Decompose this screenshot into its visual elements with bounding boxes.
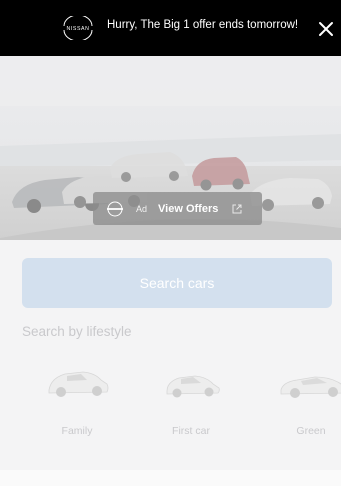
nissan-logo-text: NISSAN (67, 26, 90, 32)
search-cars-button[interactable]: Search cars (22, 258, 332, 308)
ad-label: Ad (136, 203, 148, 214)
view-offers-link[interactable]: View Offers (158, 203, 218, 215)
close-icon[interactable] (318, 21, 334, 37)
category-label: First car (172, 425, 210, 437)
electric-car-icon (280, 376, 341, 398)
category-label: Green (296, 425, 326, 437)
lifestyle-section-title: Search by lifestyle (22, 324, 132, 339)
ad-banner[interactable]: NISSAN Hurry, The Big 1 offer ends tomor… (0, 0, 341, 56)
bottom-divider (0, 470, 341, 486)
search-cars-label: Search cars (139, 275, 215, 291)
nissan-logo-icon (107, 201, 123, 216)
category-green[interactable]: Green (266, 364, 341, 444)
nissan-logo-icon: NISSAN (63, 16, 93, 40)
category-family[interactable]: Family (32, 364, 122, 444)
suv-car-icon (48, 371, 109, 397)
hatchback-car-icon (166, 375, 220, 398)
category-label: Family (61, 425, 93, 437)
banner-message: Hurry, The Big 1 offer ends tomorrow! (107, 19, 299, 31)
category-first-car[interactable]: First car (146, 364, 236, 444)
external-link-icon (232, 204, 242, 213)
view-offers-ad[interactable]: Ad View Offers (93, 192, 262, 225)
